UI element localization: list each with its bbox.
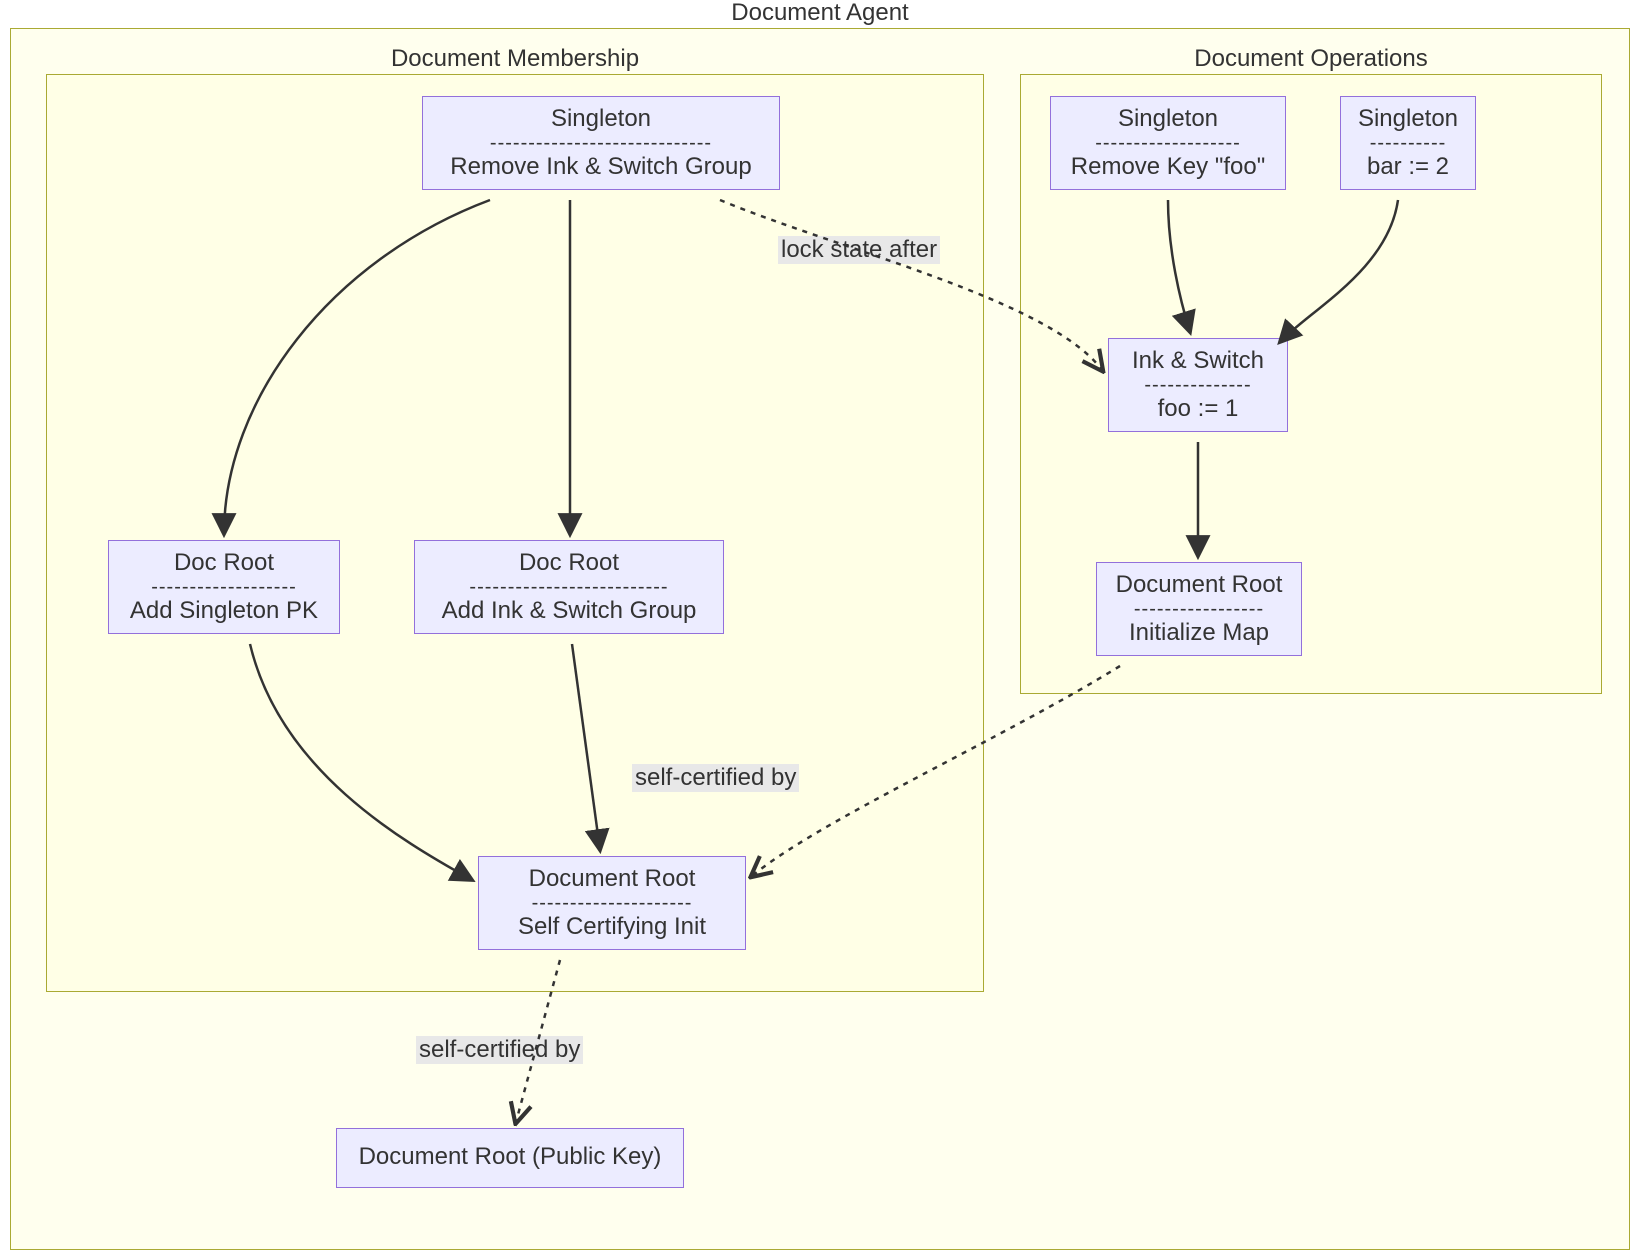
node-op: Initialize Map xyxy=(1109,617,1289,647)
node-divider: ------------------- xyxy=(1063,135,1273,151)
node-title: Doc Root xyxy=(121,549,327,579)
node-divider: --------------------- xyxy=(491,895,733,911)
node-singleton-remove-ink-switch: Singleton ----------------------------- … xyxy=(422,96,780,190)
node-op: Add Singleton PK xyxy=(121,595,327,625)
node-singleton-remove-key-foo: Singleton ------------------- Remove Key… xyxy=(1050,96,1286,190)
edge-label-lock-state-after: lock state after xyxy=(778,236,940,264)
node-document-root-public-key: Document Root (Public Key) xyxy=(336,1128,684,1188)
node-document-root-self-cert-init: Document Root --------------------- Self… xyxy=(478,856,746,950)
node-document-root-initialize-map: Document Root ----------------- Initiali… xyxy=(1096,562,1302,656)
cluster-title-document-agent: Document Agent xyxy=(11,0,1629,27)
node-divider: -------------- xyxy=(1121,377,1275,393)
node-title: Document Root xyxy=(1109,571,1289,601)
node-op: foo := 1 xyxy=(1121,393,1275,423)
node-op: Add Ink & Switch Group xyxy=(427,595,711,625)
node-title: Ink & Switch xyxy=(1121,347,1275,377)
cluster-title-document-membership: Document Membership xyxy=(47,45,983,73)
node-op: Remove Ink & Switch Group xyxy=(435,151,767,181)
cluster-document-membership: Document Membership xyxy=(46,74,984,992)
node-title: Doc Root xyxy=(427,549,711,579)
node-divider: ----------------------------- xyxy=(435,135,767,151)
node-title: Singleton xyxy=(435,105,767,135)
node-divider: -------------------------- xyxy=(427,579,711,595)
edge-label-self-certified-by-2: self-certified by xyxy=(416,1036,583,1064)
node-title: Document Root xyxy=(491,865,733,895)
node-divider: ----------------- xyxy=(1109,601,1289,617)
node-title: Singleton xyxy=(1353,105,1463,135)
node-doc-root-add-ink-switch: Doc Root -------------------------- Add … xyxy=(414,540,724,634)
node-ink-switch-foo-assign-1: Ink & Switch -------------- foo := 1 xyxy=(1108,338,1288,432)
edge-label-self-certified-by-1: self-certified by xyxy=(632,764,799,792)
node-op: Remove Key "foo" xyxy=(1063,151,1273,181)
node-divider: ---------- xyxy=(1353,135,1463,151)
node-title: Document Root (Public Key) xyxy=(349,1143,671,1173)
node-op: Self Certifying Init xyxy=(491,911,733,941)
node-op: bar := 2 xyxy=(1353,151,1463,181)
node-title: Singleton xyxy=(1063,105,1273,135)
node-singleton-bar-assign-2: Singleton ---------- bar := 2 xyxy=(1340,96,1476,190)
node-doc-root-add-singleton-pk: Doc Root ------------------- Add Singlet… xyxy=(108,540,340,634)
cluster-title-document-operations: Document Operations xyxy=(1021,45,1601,73)
node-divider: ------------------- xyxy=(121,579,327,595)
